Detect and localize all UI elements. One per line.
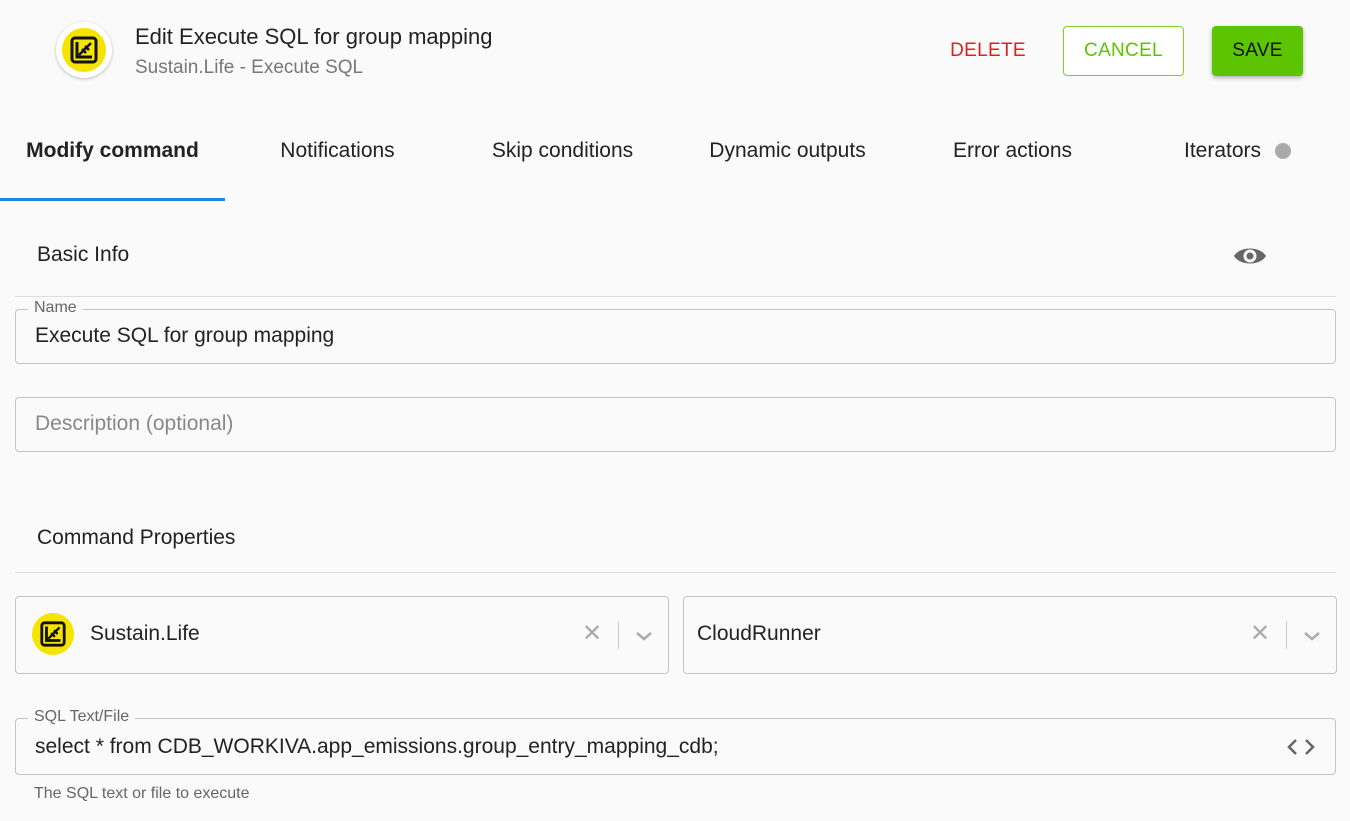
tab-skip-conditions[interactable]: Skip conditions (450, 118, 675, 184)
command-properties-heading: Command Properties (37, 526, 236, 549)
runner-select-value: CloudRunner (697, 622, 821, 645)
select-separator (618, 621, 619, 649)
clear-icon[interactable]: ✕ (1250, 619, 1270, 648)
sql-helper-text: The SQL text or file to execute (34, 785, 250, 802)
runner-select[interactable]: CloudRunner ✕ (683, 596, 1337, 674)
clear-icon[interactable]: ✕ (582, 619, 602, 648)
description-placeholder: Description (optional) (35, 412, 234, 435)
sql-text-field[interactable]: SQL Text/File select * from CDB_WORKIVA.… (15, 708, 1336, 775)
tab-modify-command[interactable]: Modify command (0, 118, 225, 184)
connector-select[interactable]: Sustain.Life ✕ (15, 596, 669, 674)
name-field[interactable]: Name Execute SQL for group mapping (15, 299, 1336, 364)
delete-button[interactable]: DELETE (940, 26, 1036, 76)
divider (15, 296, 1336, 297)
sustain-life-leaf-icon (32, 613, 74, 655)
eye-icon[interactable] (1232, 241, 1268, 271)
select-separator (1286, 621, 1287, 649)
tab-error-actions[interactable]: Error actions (900, 118, 1125, 184)
tab-bar: Modify command Notifications Skip condit… (0, 118, 1350, 202)
code-icon[interactable] (1286, 737, 1316, 757)
active-tab-indicator (0, 198, 225, 201)
tab-dynamic-outputs[interactable]: Dynamic outputs (675, 118, 900, 184)
connector-select-value: Sustain.Life (90, 622, 200, 645)
name-field-value: Execute SQL for group mapping (35, 324, 335, 347)
sql-field-value: select * from CDB_WORKIVA.app_emissions.… (35, 735, 719, 758)
tab-iterators[interactable]: Iterators (1125, 118, 1350, 184)
page-subtitle: Sustain.Life - Execute SQL (135, 57, 364, 78)
tab-notifications[interactable]: Notifications (225, 118, 450, 184)
name-field-label: Name (28, 299, 83, 317)
cancel-button[interactable]: CANCEL (1063, 26, 1184, 76)
save-button[interactable]: SAVE (1212, 26, 1303, 76)
chevron-down-icon[interactable] (1302, 630, 1322, 642)
divider (15, 572, 1336, 573)
chevron-down-icon[interactable] (634, 630, 654, 642)
sustain-life-logo (56, 22, 112, 78)
header: Edit Execute SQL for group mapping Susta… (0, 0, 1350, 110)
status-dot (1275, 143, 1292, 159)
description-field[interactable]: Description (optional) (15, 397, 1336, 452)
page-title: Edit Execute SQL for group mapping (135, 24, 493, 49)
basic-info-heading: Basic Info (37, 243, 130, 266)
sql-field-label: SQL Text/File (28, 708, 136, 726)
sustain-life-leaf-icon (62, 28, 106, 72)
